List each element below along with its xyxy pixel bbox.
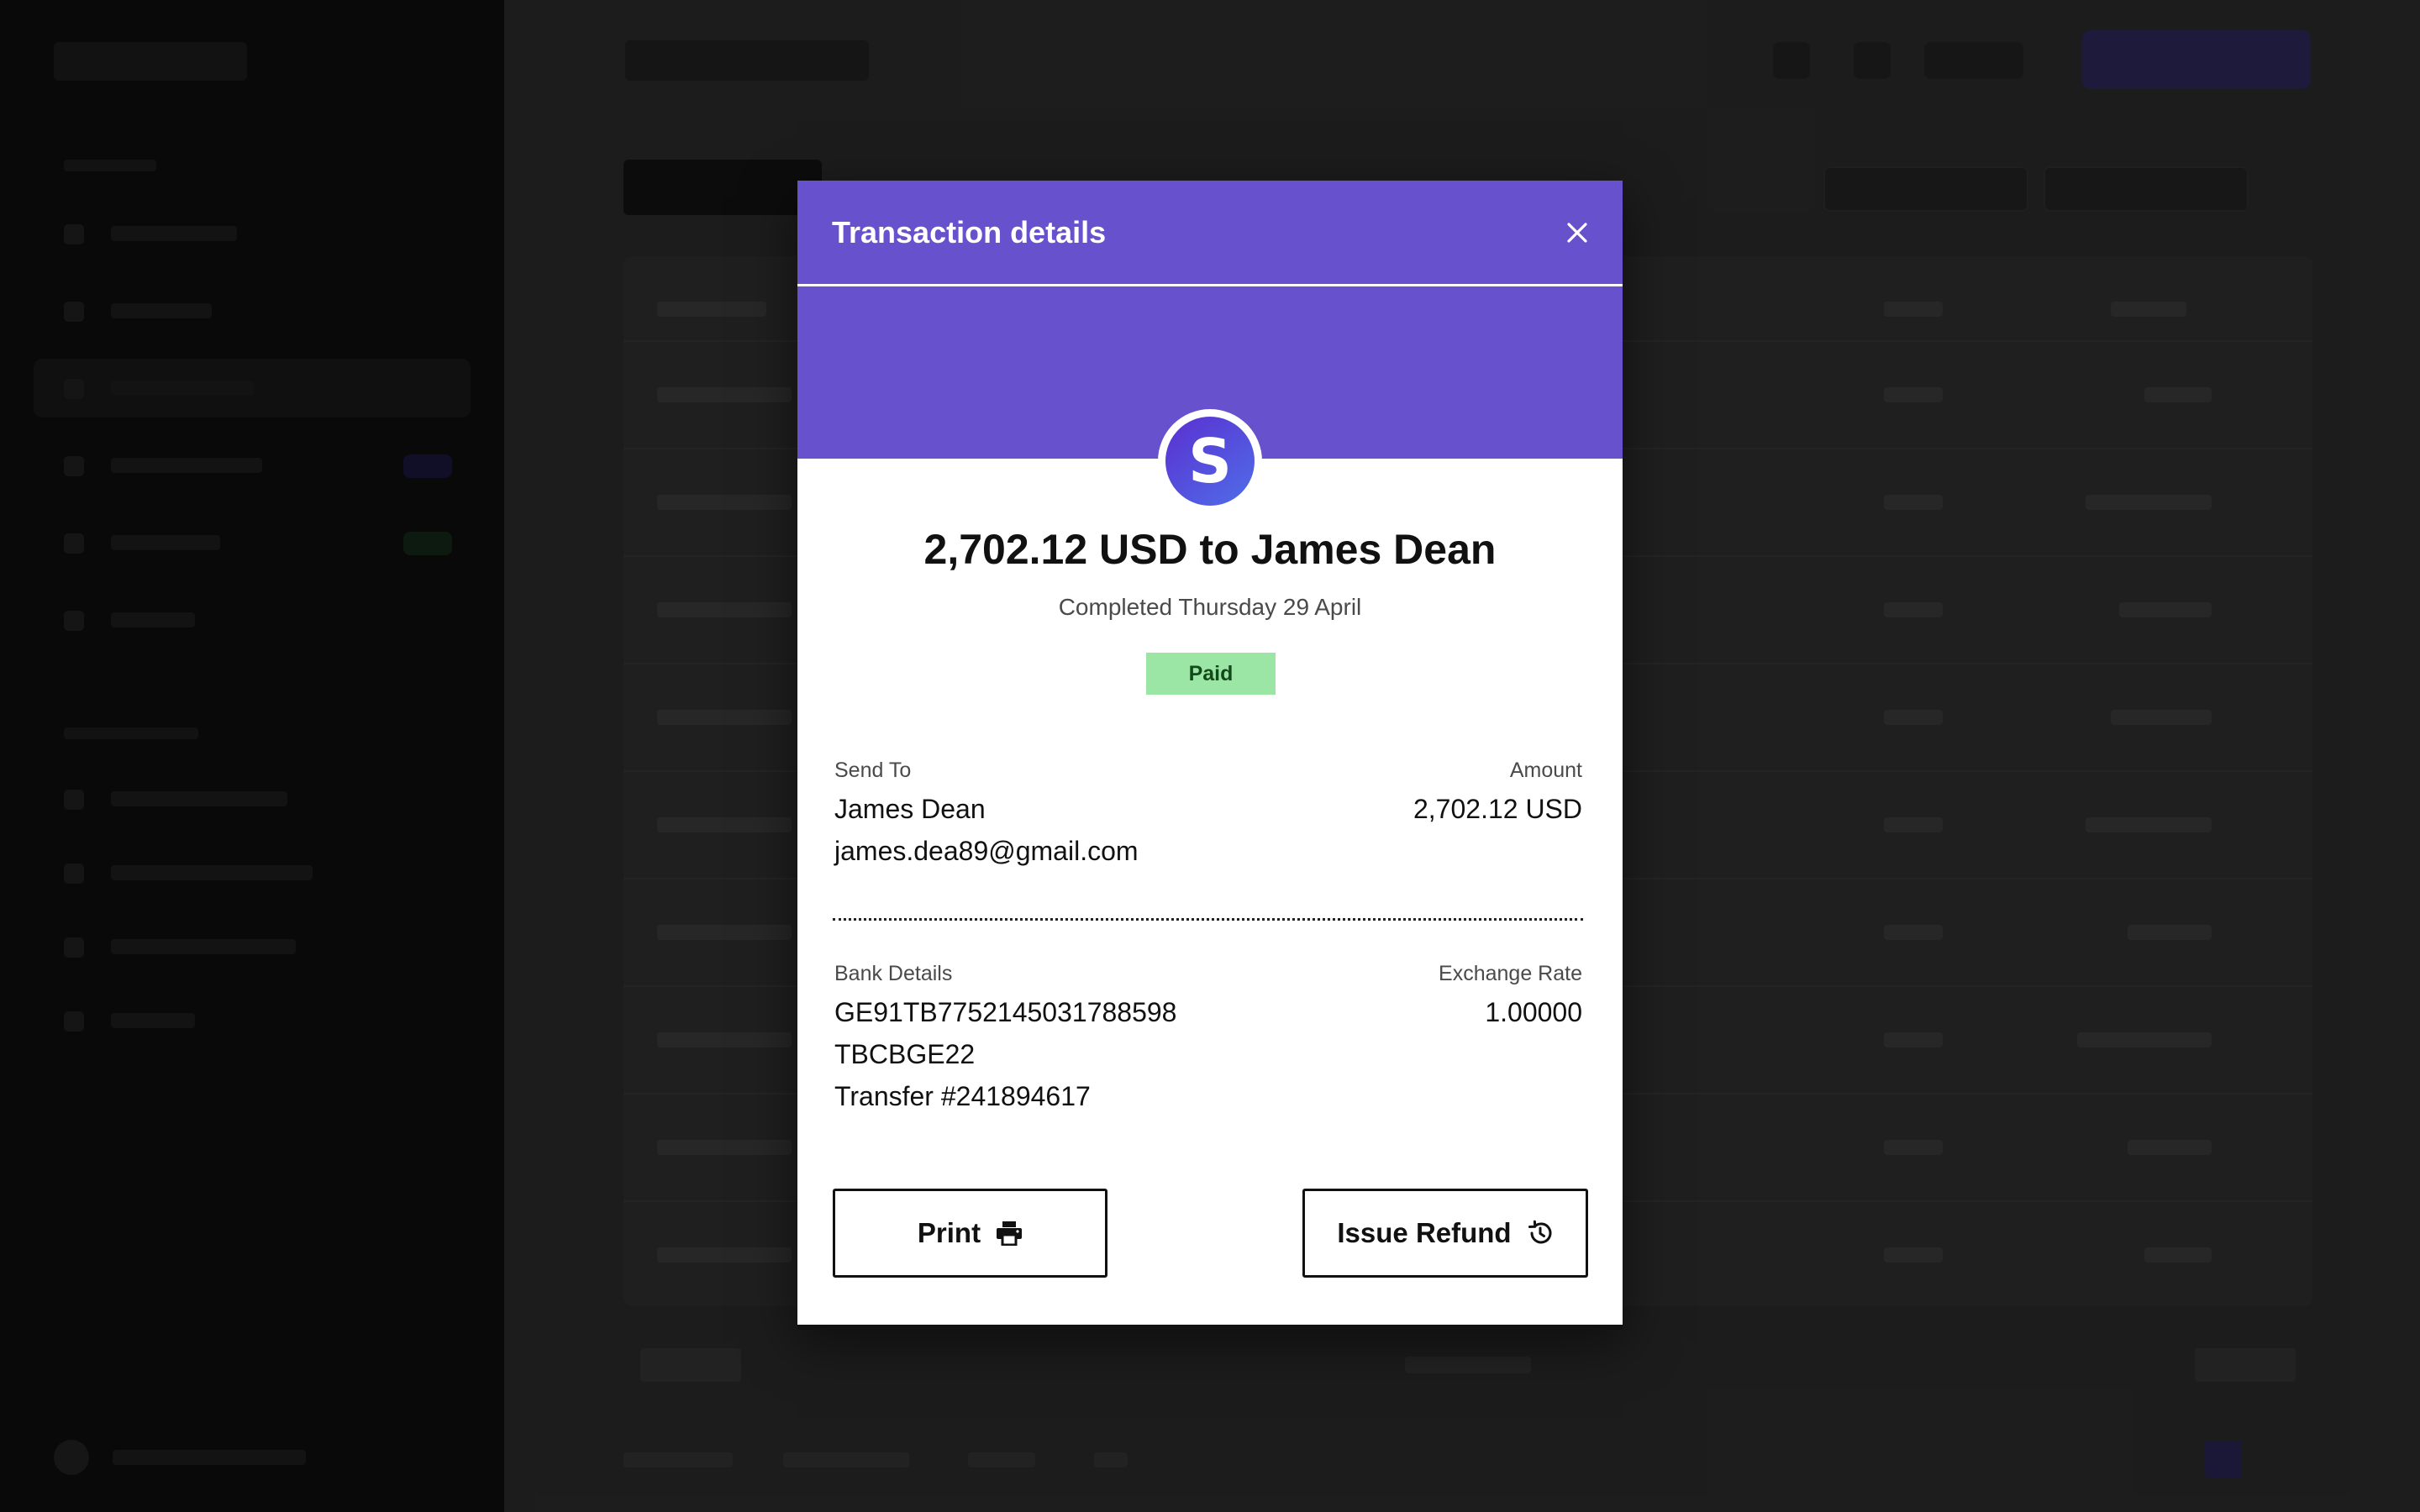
print-button-label: Print [917, 1217, 981, 1248]
transaction-headline: 2,702.12 USD to James Dean [923, 526, 1497, 573]
modal-title: Transaction details [832, 215, 1107, 249]
issue-refund-button[interactable]: Issue Refund [1302, 1189, 1588, 1278]
avatar: S [1158, 409, 1262, 513]
status-badge: Paid [1146, 653, 1276, 695]
transfer-number: Transfer #241894617 [834, 1081, 1091, 1111]
exchange-rate-value: 1.00000 [1485, 997, 1582, 1027]
send-to-label: Send To [834, 759, 912, 782]
avatar-letter: S [1165, 417, 1255, 506]
transaction-details-modal: Transaction details S 2,702.12 USD to Ja… [797, 181, 1623, 1325]
amount-value: 2,702.12 USD [1413, 794, 1582, 824]
exchange-rate-label: Exchange Rate [1439, 962, 1582, 985]
print-button[interactable]: Print [833, 1189, 1107, 1278]
bank-iban: GE91TB7752145031788598 [834, 997, 1177, 1027]
transaction-date: Completed Thursday 29 April [1058, 594, 1362, 620]
close-icon [1567, 223, 1587, 243]
recipient-name: James Dean [834, 794, 986, 824]
bank-swift: TBCBGE22 [834, 1039, 976, 1069]
close-button[interactable] [1560, 216, 1594, 249]
dotted-divider [833, 918, 1583, 921]
bank-details-label: Bank Details [834, 962, 953, 985]
modal-header: Transaction details [797, 181, 1623, 286]
printer-icon [997, 1221, 1023, 1246]
amount-label: Amount [1509, 759, 1582, 782]
recipient-email: james.dea89@gmail.com [834, 836, 1139, 866]
history-icon [1528, 1220, 1552, 1244]
issue-refund-button-label: Issue Refund [1337, 1217, 1512, 1248]
